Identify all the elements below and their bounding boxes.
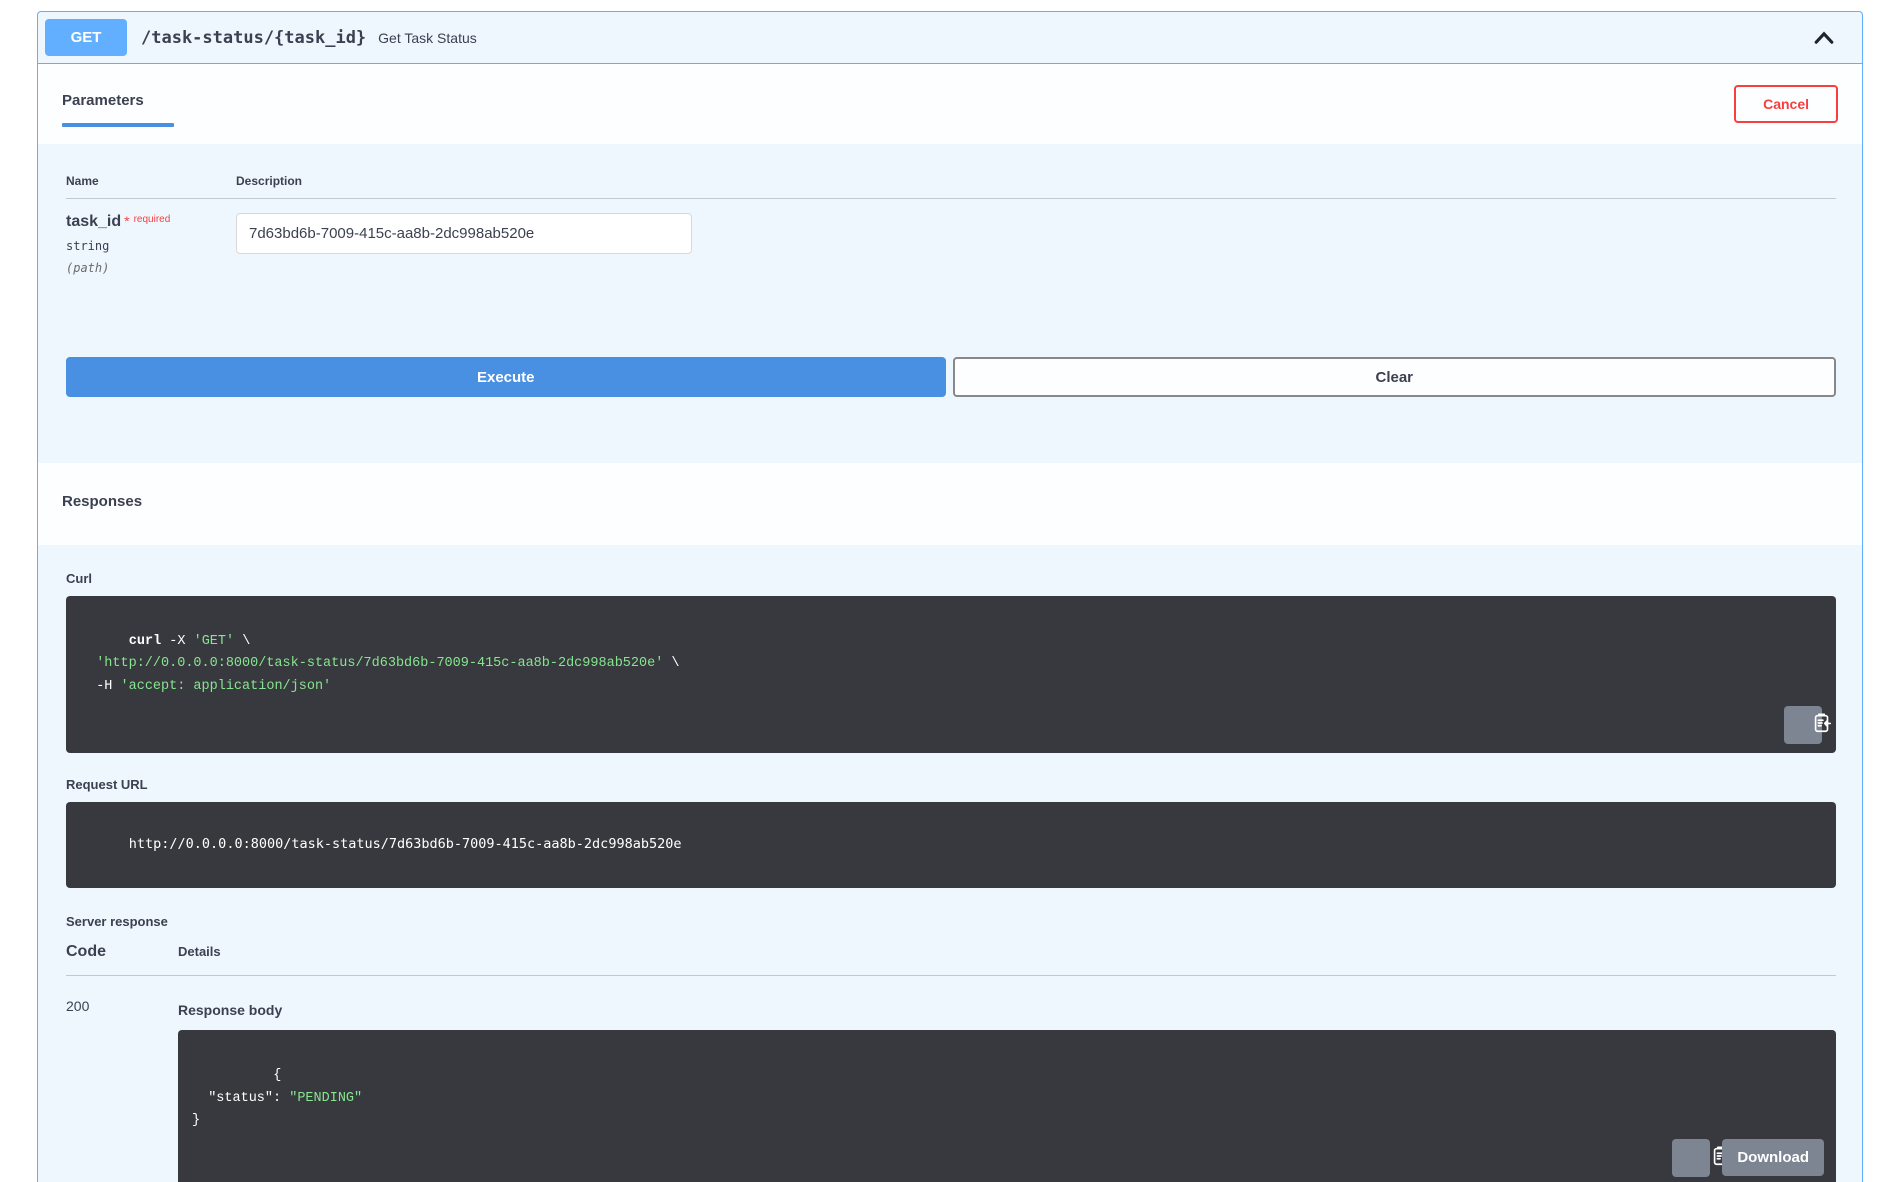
endpoint-summary-text: Get Task Status (378, 29, 477, 46)
required-label: required (133, 214, 171, 225)
endpoint-panel: GET /task-status/{task_id} Get Task Stat… (37, 11, 1863, 1182)
response-copy-button[interactable] (1672, 1138, 1731, 1177)
details-column-header: Details (178, 944, 221, 960)
tab-parameters[interactable]: Parameters (62, 82, 174, 127)
execute-button[interactable]: Execute (66, 357, 946, 397)
request-url-label: Request URL (66, 776, 148, 792)
response-body-block: { "status": "PENDING" } Download (178, 1030, 1836, 1182)
server-response-row: 200 Response body { "status": "PENDING" … (66, 976, 1836, 1182)
parameters-table: Name Description task_id * required string… (38, 144, 1862, 275)
tab-parameters-label: Parameters (62, 91, 144, 109)
curl-command-block: curl -X 'GET' \ 'http://0.0.0.0:8000/tas… (66, 596, 1836, 753)
request-url-bar: http://0.0.0.0:8000/task-status/7d63bd6b… (66, 801, 1836, 889)
response-details-cell: Response body { "status": "PENDING" } Do… (178, 998, 1836, 1182)
copy-to-clipboard-icon (1773, 697, 1832, 752)
status-code: 200 (66, 998, 90, 1015)
parameter-name: task_id (66, 213, 122, 230)
responses-section-header: Responses (38, 463, 1862, 545)
response-actions: Download (1672, 1138, 1824, 1177)
name-column-header: Name (66, 174, 99, 188)
execute-wrapper: Execute Clear (38, 275, 1862, 419)
responses-title: Responses (62, 493, 143, 510)
parameters-table-header: Name Description (66, 174, 1836, 199)
response-body-text: { "status": "PENDING" } (192, 1067, 363, 1129)
cancel-button[interactable]: Cancel (1734, 85, 1838, 123)
parameter-name-cell: task_id * required string (path) (66, 213, 236, 275)
curl-command-text: curl -X 'GET' \ 'http://0.0.0.0:8000/tas… (80, 633, 680, 694)
chevron-up-icon (1812, 31, 1836, 53)
server-response-table-header: Code Details (66, 943, 1836, 977)
collapse-button[interactable] (1806, 20, 1842, 56)
active-tab-underline (62, 122, 174, 127)
request-url-value: http://0.0.0.0:8000/task-status/7d63bd6b… (128, 836, 682, 853)
clear-button[interactable]: Clear (952, 357, 1836, 397)
endpoint-summary-header[interactable]: GET /task-status/{task_id} Get Task Stat… (38, 12, 1862, 64)
required-asterisk: * (124, 213, 130, 229)
parameter-type: string (66, 239, 110, 253)
code-column-header: Code (66, 943, 106, 961)
description-column-header: Description (236, 174, 303, 188)
server-response-label: Server response (66, 914, 168, 930)
parameter-location: (path) (66, 261, 110, 275)
parameters-section-header: Parameters Cancel (38, 64, 1862, 144)
responses-body: Curl curl -X 'GET' \ 'http://0.0.0.0:800… (38, 545, 1862, 1182)
endpoint-path: /task-status/{task_id} (141, 27, 367, 48)
method-badge: GET (45, 19, 127, 56)
curl-label: Curl (66, 571, 92, 586)
curl-copy-button[interactable] (1784, 705, 1831, 744)
parameter-row: task_id * required string (path) (66, 199, 1836, 275)
task-id-input[interactable] (236, 213, 692, 254)
response-body-label: Response body (178, 1002, 283, 1019)
parameter-description-cell (236, 213, 1836, 275)
download-button[interactable]: Download (1722, 1139, 1824, 1177)
copy-to-clipboard-icon (1651, 1130, 1732, 1182)
